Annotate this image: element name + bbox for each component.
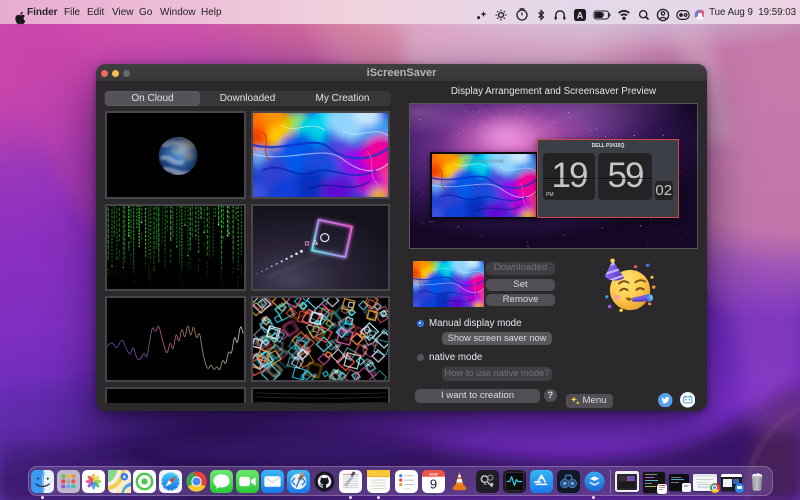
- svg-text:A: A: [577, 11, 584, 21]
- svg-text:9: 9: [429, 477, 436, 492]
